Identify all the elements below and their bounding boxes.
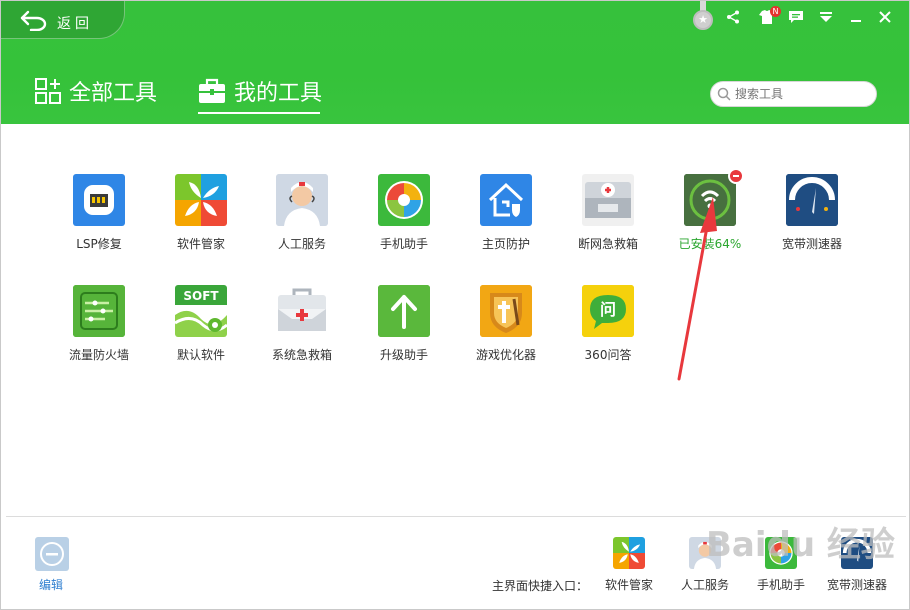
minus-circle-icon	[35, 537, 69, 571]
baidu-watermark: Baidu 经验	[706, 525, 895, 565]
shortcut-label: 主界面快捷入口：	[492, 579, 589, 593]
edit-button[interactable]	[35, 537, 69, 575]
tool-manager-window: 返回 ★ N 全部工具 我的工具 搜索工具 LSP修复 软件管家 人工服务 手机…	[0, 0, 910, 610]
software-manager-icon	[613, 537, 645, 569]
edit-label[interactable]: 编辑	[39, 576, 63, 593]
